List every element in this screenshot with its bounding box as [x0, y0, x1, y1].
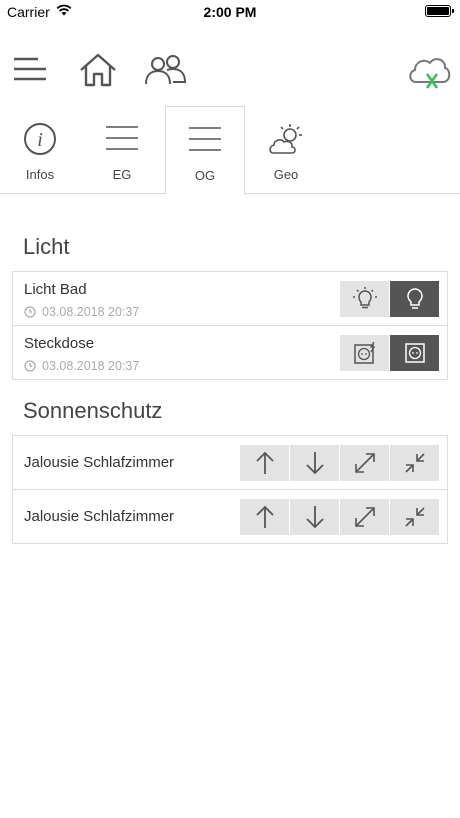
collapse-icon: [404, 507, 425, 527]
floor-icon: [189, 127, 221, 151]
cloud-disconnected-icon[interactable]: [406, 52, 452, 92]
device-name: Licht Bad: [24, 281, 87, 298]
socket-controls: [340, 335, 439, 371]
expand-icon: [354, 453, 375, 473]
timestamp: 03.08.2018 20:37: [24, 305, 139, 319]
blind-open-button[interactable]: [340, 499, 389, 535]
info-icon: i: [24, 123, 56, 155]
home-icon[interactable]: [78, 52, 118, 88]
battery-icon: [425, 5, 454, 17]
sonnenschutz-card: Jalousie Schlafzimmer Jalousie Schlafzim…: [12, 435, 448, 544]
tab-infos[interactable]: i Infos: [0, 106, 80, 194]
blind-open-button[interactable]: [340, 445, 389, 481]
timestamp-text: 03.08.2018 20:37: [42, 305, 140, 319]
timestamp: 03.08.2018 20:37: [24, 359, 139, 373]
blind-close-button[interactable]: [390, 499, 439, 535]
floor-icon: [106, 126, 138, 150]
socket-on-button[interactable]: [340, 335, 389, 371]
blind-up-button[interactable]: [240, 499, 289, 535]
device-name: Jalousie Schlafzimmer: [24, 508, 175, 525]
clock-icon: [24, 360, 36, 372]
device-name: Jalousie Schlafzimmer: [24, 454, 175, 471]
tab-label: Geo: [273, 167, 299, 182]
clock-icon: [24, 306, 36, 318]
blind-close-button[interactable]: [390, 445, 439, 481]
users-icon[interactable]: [143, 54, 189, 86]
tab-label: OG: [194, 168, 216, 183]
list-item: Jalousie Schlafzimmer: [13, 436, 447, 490]
tab-eg[interactable]: EG: [82, 106, 162, 194]
tab-label: EG: [112, 167, 132, 182]
list-item: Steckdose 03.08.2018 20:37: [13, 326, 447, 379]
light-off-button[interactable]: [390, 281, 439, 317]
socket-off-button[interactable]: [390, 335, 439, 371]
arrow-up-icon: [255, 451, 274, 474]
list-item: Jalousie Schlafzimmer: [13, 490, 447, 543]
tab-label: Infos: [25, 167, 55, 182]
socket-off-icon: [404, 343, 425, 363]
list-item: Licht Bad 03.08.2018 20:37: [13, 272, 447, 326]
section-title-licht: Licht: [23, 234, 70, 259]
collapse-icon: [404, 453, 425, 473]
section-title-sonnenschutz: Sonnenschutz: [23, 398, 163, 423]
licht-card: Licht Bad 03.08.2018 20:37 Steckdose 03.…: [12, 271, 448, 380]
clock-time: 2:00 PM: [203, 4, 257, 20]
arrow-up-icon: [255, 505, 274, 528]
blind-down-button[interactable]: [290, 445, 339, 481]
device-name: Steckdose: [24, 335, 95, 352]
light-off-icon: [406, 288, 423, 309]
tab-geo[interactable]: Geo: [246, 106, 326, 194]
arrow-down-icon: [305, 452, 324, 475]
status-bar: Carrier 2:00 PM: [0, 0, 460, 24]
arrow-down-icon: [305, 506, 324, 529]
light-controls: [340, 281, 439, 317]
light-on-icon: [352, 287, 377, 309]
tab-og[interactable]: OG: [165, 106, 245, 195]
socket-on-icon: [353, 341, 375, 364]
timestamp-text: 03.08.2018 20:37: [42, 359, 140, 373]
floor-tabs: i Infos EG OG Geo: [0, 106, 460, 195]
blind-controls: [240, 499, 439, 535]
svg-text:i: i: [37, 129, 43, 151]
toolbar: [0, 40, 460, 102]
expand-icon: [354, 507, 375, 527]
blind-up-button[interactable]: [240, 445, 289, 481]
menu-icon[interactable]: [13, 57, 47, 83]
blind-controls: [240, 445, 439, 481]
light-on-button[interactable]: [340, 281, 389, 317]
weather-icon: [269, 124, 302, 154]
blind-down-button[interactable]: [290, 499, 339, 535]
